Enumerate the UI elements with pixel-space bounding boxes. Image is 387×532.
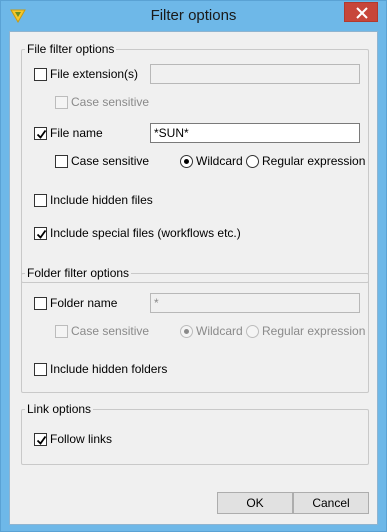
file-name-field[interactable]: *SUN* bbox=[150, 123, 360, 143]
radio-selected-dot bbox=[184, 329, 189, 334]
wildcard-radio[interactable] bbox=[180, 155, 193, 168]
folder-regex-radio[interactable] bbox=[246, 325, 259, 338]
file-name-label: File name bbox=[50, 126, 103, 140]
folder-case-sensitive-label: Case sensitive bbox=[71, 324, 150, 338]
close-button[interactable] bbox=[344, 2, 378, 22]
file-extension-checkbox[interactable] bbox=[34, 68, 47, 81]
checkmark-icon bbox=[36, 435, 47, 445]
title-bar: Filter options bbox=[1, 1, 386, 31]
window-title: Filter options bbox=[150, 7, 237, 24]
folder-filter-title: Folder filter options bbox=[25, 266, 132, 280]
close-icon bbox=[356, 7, 368, 19]
folder-case-sensitive-checkbox[interactable] bbox=[55, 325, 68, 338]
folder-wildcard-radio[interactable] bbox=[180, 325, 193, 338]
cancel-button[interactable]: Cancel bbox=[293, 492, 369, 514]
extension-case-sensitive-label: Case sensitive bbox=[71, 95, 150, 109]
include-hidden-files-label: Include hidden files bbox=[50, 193, 153, 207]
regex-label: Regular expression bbox=[262, 154, 366, 168]
name-case-sensitive-label: Case sensitive bbox=[71, 154, 150, 168]
include-hidden-folders-checkbox[interactable] bbox=[34, 363, 47, 376]
file-extension-label: File extension(s) bbox=[50, 67, 139, 81]
follow-links-checkbox[interactable] bbox=[34, 433, 47, 446]
folder-regex-label: Regular expression bbox=[262, 324, 366, 338]
file-filter-title: File filter options bbox=[25, 42, 117, 56]
include-hidden-files-checkbox[interactable] bbox=[34, 194, 47, 207]
ok-button[interactable]: OK bbox=[217, 492, 293, 514]
wildcard-label: Wildcard bbox=[196, 154, 243, 168]
checkmark-icon bbox=[36, 129, 47, 139]
extension-case-sensitive-checkbox[interactable] bbox=[55, 96, 68, 109]
checkmark-icon bbox=[36, 229, 47, 239]
folder-wildcard-label: Wildcard bbox=[196, 324, 243, 338]
file-name-checkbox[interactable] bbox=[34, 127, 47, 140]
folder-name-field[interactable]: * bbox=[150, 293, 360, 313]
name-case-sensitive-checkbox[interactable] bbox=[55, 155, 68, 168]
follow-links-label: Follow links bbox=[50, 432, 113, 446]
include-special-files-label: Include special files (workflows etc.) bbox=[50, 226, 241, 240]
file-extension-field[interactable] bbox=[150, 64, 360, 84]
regex-radio[interactable] bbox=[246, 155, 259, 168]
folder-name-label: Folder name bbox=[50, 296, 118, 310]
folder-name-checkbox[interactable] bbox=[34, 297, 47, 310]
include-hidden-folders-label: Include hidden folders bbox=[50, 362, 168, 376]
filter-options-window: Filter options File filter options File … bbox=[0, 0, 387, 532]
radio-selected-dot bbox=[184, 159, 189, 164]
dialog-body: File filter options File extension(s) Ca… bbox=[9, 31, 378, 525]
link-options-title: Link options bbox=[25, 402, 94, 416]
include-special-files-checkbox[interactable] bbox=[34, 227, 47, 240]
